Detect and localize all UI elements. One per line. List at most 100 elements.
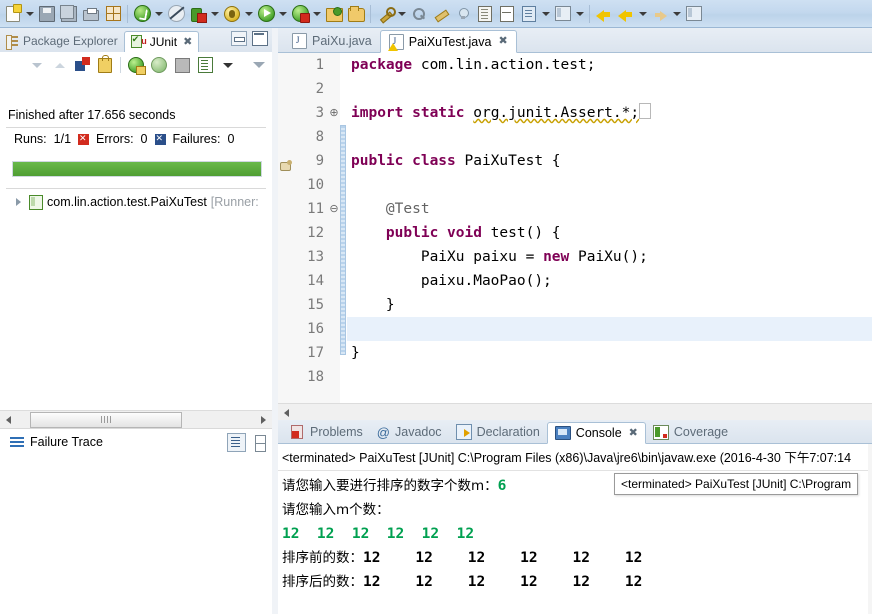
toggle-markers-icon[interactable] (496, 4, 518, 24)
new-java-class-icon[interactable] (131, 4, 153, 24)
open-task-icon[interactable] (345, 4, 367, 24)
debug-icon[interactable] (187, 4, 209, 24)
code-line[interactable] (347, 125, 872, 149)
edit-icon[interactable] (430, 4, 452, 24)
console-tab-problems[interactable]: Problems (284, 421, 370, 443)
chevron-down-icon[interactable] (637, 4, 649, 24)
chevron-down-icon[interactable] (671, 4, 683, 24)
back-history-icon[interactable] (615, 4, 637, 24)
scrollbar-thumb[interactable] (30, 411, 182, 428)
rerun-test-icon[interactable] (126, 55, 146, 75)
previous-edit-icon[interactable] (552, 4, 574, 24)
save-icon[interactable] (36, 4, 58, 24)
chevron-down-icon[interactable] (153, 4, 165, 24)
external-tools-icon[interactable] (221, 4, 243, 24)
view-tab-package-explorer[interactable]: Package Explorer (0, 30, 124, 52)
chevron-right-icon[interactable] (14, 197, 24, 207)
chevron-down-icon[interactable] (540, 4, 552, 24)
skip-breakpoints-icon[interactable] (165, 4, 187, 24)
editor-tab-paixu[interactable]: PaiXu.java (284, 29, 380, 52)
previous-edit-icon-glyph (555, 6, 571, 21)
console-tab-javadoc[interactable]: @ Javadoc (370, 421, 449, 443)
code-line[interactable]: PaiXu paixu = new PaiXu(); (347, 245, 872, 269)
chevron-down-icon[interactable] (574, 4, 586, 24)
minimize-icon[interactable] (231, 31, 247, 46)
code-line[interactable]: public class PaiXuTest { (347, 149, 872, 173)
console-tooltip: <terminated> PaiXuTest [JUnit] C:\Progra… (614, 473, 859, 495)
maximize-icon[interactable] (252, 31, 268, 46)
filter-stack-trace-icon[interactable] (227, 433, 246, 452)
scroll-right-icon[interactable] (255, 412, 272, 427)
previous-failure-icon[interactable] (49, 55, 69, 75)
fold-toggle-icon[interactable]: ⊕ (328, 101, 340, 125)
view-menu-icon[interactable] (249, 55, 269, 75)
code-line[interactable]: public void test() { (347, 221, 872, 245)
chevron-down-icon[interactable] (277, 4, 289, 24)
chevron-down-icon[interactable] (396, 4, 408, 24)
errors-value: 0 (140, 132, 148, 146)
compare-result-icon[interactable] (250, 434, 266, 452)
chevron-down-icon[interactable] (24, 4, 36, 24)
save-all-icon[interactable] (58, 4, 80, 24)
next-annotation-icon[interactable] (518, 4, 540, 24)
code-text[interactable]: package com.lin.action.test; import stati… (347, 53, 872, 403)
code-line[interactable]: package com.lin.action.test; (347, 53, 872, 77)
code-line[interactable]: import static org.junit.Assert.*; (347, 101, 872, 125)
chevron-down-icon[interactable] (311, 4, 323, 24)
warning-marker-icon[interactable] (280, 159, 293, 172)
run-icon[interactable] (255, 4, 277, 24)
failures-label: Failures: (172, 132, 221, 146)
code-line[interactable] (347, 317, 872, 341)
new-wizard-icon[interactable] (2, 3, 24, 24)
view-tab-junit[interactable]: u JUnit ✖ (123, 31, 200, 53)
print-icon[interactable] (80, 4, 102, 24)
open-type-icon[interactable] (323, 4, 345, 24)
editor-tab-paixutest[interactable]: PaiXuTest.java ✖ (379, 30, 517, 53)
close-icon[interactable]: ✖ (629, 427, 638, 439)
chevron-down-icon[interactable] (243, 4, 255, 24)
build-all-icon[interactable] (102, 4, 124, 24)
code-line[interactable] (347, 173, 872, 197)
tree-row[interactable]: com.lin.action.test.PaiXuTest [Runner: (0, 192, 272, 212)
chevron-down-icon[interactable] (209, 4, 221, 24)
editor-marker-column[interactable] (278, 53, 297, 403)
code-line[interactable] (347, 77, 872, 101)
find-icon[interactable] (408, 4, 430, 24)
rerun-failed-tests-icon[interactable] (149, 55, 169, 75)
console-tab-declaration[interactable]: Declaration (449, 421, 547, 443)
show-failures-only-icon[interactable] (72, 55, 92, 75)
code-line[interactable]: } (347, 341, 872, 365)
coverage-icon[interactable] (289, 4, 311, 24)
scroll-left-icon[interactable] (0, 412, 17, 427)
code-token: @Test (351, 201, 430, 217)
open-perspective-icon[interactable] (683, 4, 705, 24)
code-line[interactable]: @Test (347, 197, 872, 221)
code-line[interactable]: paixu.MaoPao(); (347, 269, 872, 293)
scroll-left-icon[interactable] (278, 405, 295, 420)
editor-horizontal-scrollbar[interactable] (278, 403, 872, 421)
left-panel-horizontal-scrollbar[interactable] (0, 410, 272, 428)
close-icon[interactable]: ✖ (183, 36, 192, 48)
quick-fix-icon[interactable] (452, 4, 474, 24)
stop-test-icon[interactable] (172, 55, 192, 75)
test-history-icon[interactable] (95, 54, 115, 75)
code-line[interactable] (347, 365, 872, 389)
next-failure-icon[interactable] (26, 55, 46, 75)
history-dropdown-icon[interactable] (218, 55, 238, 75)
print-icon-glyph (83, 7, 99, 21)
fold-toggle-icon[interactable]: ⊖ (328, 197, 340, 221)
back-icon[interactable] (593, 4, 615, 24)
line-number: 13 (307, 249, 324, 265)
code-editor[interactable]: 1 2 3 8 9 10 11 12 13 14 15 16 17 18 ⊕ ⊖ package com.l… (278, 53, 872, 403)
search-icon[interactable] (374, 4, 396, 24)
forward-icon[interactable] (649, 4, 671, 24)
console-tab-coverage[interactable]: Coverage (646, 421, 735, 443)
code-line[interactable]: } (347, 293, 872, 317)
console-output-area[interactable]: <terminated> PaiXuTest [JUnit] C:\Progra… (278, 444, 872, 614)
test-results-tree[interactable]: com.lin.action.test.PaiXuTest [Runner: (0, 192, 272, 407)
console-scroll-track[interactable] (868, 444, 872, 614)
javadoc-icon[interactable] (474, 4, 496, 24)
test-run-history-icon[interactable] (195, 55, 215, 75)
close-icon[interactable]: ✖ (498, 36, 507, 47)
console-tab-console[interactable]: Console ✖ (546, 422, 646, 444)
